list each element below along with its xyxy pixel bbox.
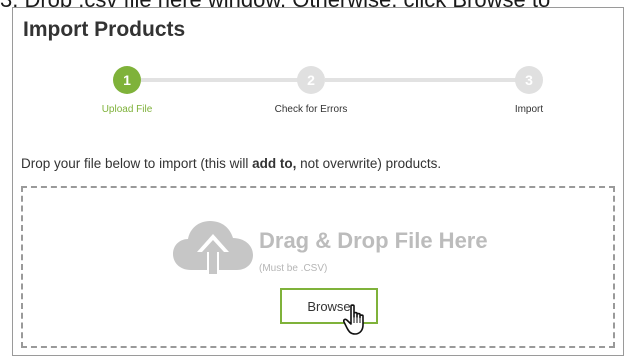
drop-zone-title: Drag & Drop File Here bbox=[259, 228, 488, 253]
step-2-indicator: 2 bbox=[297, 66, 325, 94]
step-2-label: Check for Errors bbox=[274, 104, 348, 115]
step-connector bbox=[141, 78, 311, 82]
hand-pointer-icon bbox=[343, 304, 364, 335]
import-products-dialog: Import Products 1 2 3 Upload File Check … bbox=[12, 7, 624, 356]
file-type-note: (Must be .CSV) bbox=[259, 263, 328, 274]
step-connector bbox=[325, 78, 529, 82]
step-1-label: Upload File bbox=[101, 104, 153, 115]
import-stepper: 1 2 3 Upload File Check for Errors Impor… bbox=[13, 8, 623, 128]
step-3-indicator: 3 bbox=[515, 66, 543, 94]
step-1-indicator: 1 bbox=[113, 66, 141, 94]
cloud-upload-icon bbox=[173, 221, 253, 278]
step-3-label: Import bbox=[514, 104, 544, 115]
import-instructions: Drop your file below to import (this wil… bbox=[21, 156, 442, 171]
file-drop-zone[interactable]: Drag & Drop File Here (Must be .CSV) Bro… bbox=[21, 186, 615, 348]
